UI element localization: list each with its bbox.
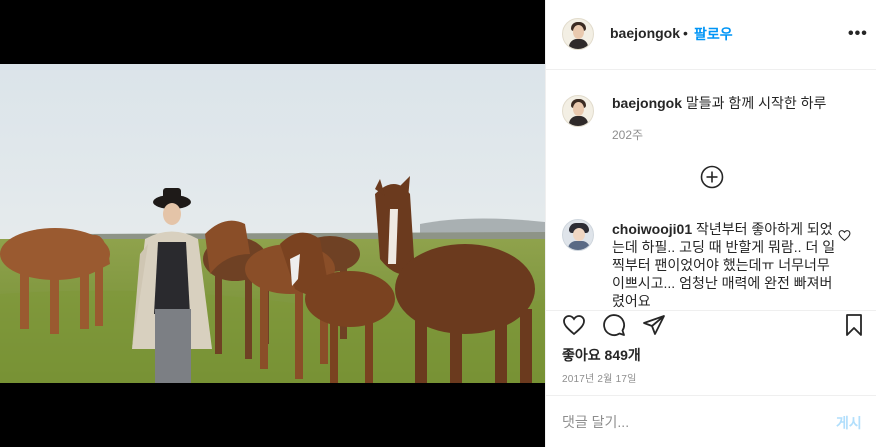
author-avatar[interactable]: [562, 18, 594, 50]
comments-list[interactable]: baejongok 말들과 함께 시작한 하루 202주 choiwooji01…: [546, 71, 876, 310]
follow-button[interactable]: 팔로우: [694, 24, 733, 44]
caption-username[interactable]: baejongok: [612, 95, 682, 111]
caption-body: 말들과 함께 시작한 하루: [685, 95, 827, 111]
comment-icon[interactable]: [602, 313, 626, 337]
heart-icon[interactable]: [562, 313, 586, 337]
post-date[interactable]: 2017년 2월 17일: [562, 370, 637, 385]
photo-woman-with-horses: [0, 64, 545, 383]
comment-input[interactable]: [562, 412, 822, 432]
post-side-panel: baejongok • 팔로우 ••• baejongok 말들과 함께 시작한…: [545, 0, 876, 447]
author-username[interactable]: baejongok: [610, 25, 680, 41]
post-comment-button[interactable]: 게시: [836, 413, 862, 433]
comment-text: choiwooji01 작년부터 좋아하게 되었는데 하필.. 고딩 때 반할게…: [612, 220, 837, 310]
add-comment-bar: 게시: [546, 395, 876, 447]
caption-avatar[interactable]: [562, 95, 594, 127]
comment-heart-icon[interactable]: [838, 229, 851, 242]
post-header: baejongok • 팔로우 •••: [546, 0, 876, 70]
post-media: [0, 0, 545, 447]
likes-count[interactable]: 좋아요 849개: [562, 345, 641, 365]
bookmark-icon[interactable]: [842, 313, 866, 337]
commenter-avatar[interactable]: [562, 219, 594, 251]
caption-timestamp[interactable]: 202주: [612, 126, 643, 143]
caption-text: baejongok 말들과 함께 시작한 하루: [612, 94, 862, 112]
separator-dot: •: [683, 25, 688, 41]
plus-circle-icon[interactable]: [700, 165, 724, 189]
commenter-username[interactable]: choiwooji01: [612, 221, 692, 237]
more-options-icon[interactable]: •••: [848, 25, 868, 43]
paper-plane-icon[interactable]: [642, 313, 666, 337]
post-photo[interactable]: [0, 64, 545, 383]
